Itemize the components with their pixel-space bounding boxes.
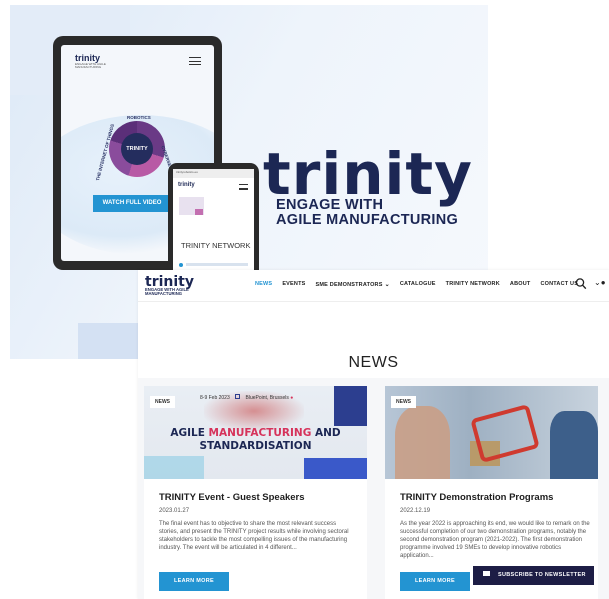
- nav-menu: NEWS EVENTS SME DEMONSTRATORS ⌄ CATALOGUE…: [255, 281, 588, 288]
- phone-mockup: trinityrobotics.eu trinity TRINITY NETWO…: [168, 163, 259, 275]
- news-card-date: 2023.01.27: [159, 508, 190, 514]
- news-card-excerpt: As the year 2022 is approaching its end,…: [400, 521, 590, 559]
- nav-item-news[interactable]: NEWS: [255, 281, 272, 288]
- hero-tagline-1: ENGAGE WITH: [276, 197, 384, 213]
- bullet-icon: [179, 263, 183, 267]
- wheel-label-robotics: ROBOTICS: [127, 115, 151, 120]
- phone-address-bar: trinityrobotics.eu: [173, 169, 254, 178]
- page-title: NEWS: [348, 354, 399, 371]
- nav-item-sme-demonstrators[interactable]: SME DEMONSTRATORS ⌄: [316, 281, 390, 288]
- image-decor: [304, 458, 367, 479]
- wheel-center-label: TRINITY: [121, 133, 153, 165]
- nav-item-trinity-network[interactable]: TRINITY NETWORK: [446, 281, 500, 288]
- hero-tagline-2: AGILE MANUFACTURING: [276, 212, 459, 228]
- learn-more-button[interactable]: LEARN MORE: [159, 572, 229, 591]
- nav-item-about[interactable]: ABOUT: [510, 281, 531, 288]
- website-preview: trinity ENGAGE WITH AGILE MANUFACTURING …: [138, 270, 609, 599]
- subscribe-newsletter-button[interactable]: SUBSCRIBE TO NEWSLETTER: [473, 566, 594, 585]
- watch-video-button: WATCH FULL VIDEO: [93, 195, 171, 212]
- news-card-image: 8-9 Feb 2023 BluePoint, Brussels ● AGILE…: [144, 386, 367, 479]
- calendar-icon: [235, 394, 241, 399]
- nav-item-contact-us[interactable]: CONTACT US: [540, 281, 578, 288]
- image-decor: [334, 386, 367, 426]
- headline-part: STANDARDISATION: [199, 440, 312, 452]
- image-headline: AGILE MANUFACTURING AND STANDARDISATION: [144, 427, 367, 453]
- nav-item-label: SME DEMONSTRATORS: [315, 282, 383, 288]
- news-card-date: 2022.12.19: [400, 508, 431, 514]
- hero-logo: trinity: [263, 140, 473, 208]
- location-pin-icon: ●: [290, 395, 294, 401]
- pillars-wheel: TRINITY: [109, 121, 165, 177]
- nav-item-catalogue[interactable]: CATALOGUE: [400, 281, 436, 288]
- image-person: [395, 406, 450, 479]
- image-robot-arm: [470, 404, 540, 463]
- site-logo-subtitle: ENGAGE WITH AGILE MANUFACTURING: [145, 287, 189, 297]
- event-info: 8-9 Feb 2023 BluePoint, Brussels ●: [200, 394, 293, 401]
- phone-screen: trinityrobotics.eu trinity TRINITY NETWO…: [173, 169, 254, 275]
- search-icon[interactable]: [575, 277, 587, 291]
- phone-text-line: [186, 263, 248, 266]
- chevron-down-icon: ⌄: [594, 278, 601, 287]
- learn-more-button[interactable]: LEARN MORE: [400, 572, 470, 591]
- nav-item-events[interactable]: EVENTS: [282, 281, 305, 288]
- image-person: [550, 411, 598, 479]
- event-date: 8-9 Feb 2023: [200, 395, 230, 401]
- news-badge: NEWS: [150, 396, 175, 408]
- user-menu[interactable]: ⌄●: [594, 278, 606, 287]
- news-badge: NEWS: [391, 396, 416, 408]
- tablet-logo-subtitle: ENGAGE WITH AGILE MANUFACTURING: [75, 62, 106, 69]
- news-card-title[interactable]: TRINITY Event - Guest Speakers: [159, 492, 305, 503]
- chevron-down-icon: ⌄: [384, 282, 390, 288]
- event-location: BluePoint, Brussels: [245, 395, 289, 401]
- phone-image-accent: [195, 209, 203, 215]
- phone-logo: trinity: [178, 182, 195, 188]
- headline-part: AGILE: [170, 427, 205, 439]
- phone-page-title: TRINITY NETWORK: [181, 241, 251, 250]
- subscribe-label: SUBSCRIBE TO NEWSLETTER: [498, 572, 586, 578]
- news-card-excerpt: The final event has to objective to shar…: [159, 521, 349, 551]
- headline-highlight: MANUFACTURING: [208, 427, 312, 439]
- hamburger-menu-icon: [239, 184, 248, 190]
- envelope-icon: [483, 571, 490, 577]
- news-card-image: [385, 386, 598, 479]
- hamburger-menu-icon: [189, 57, 201, 65]
- user-icon: ●: [600, 278, 606, 287]
- image-decor: [144, 456, 204, 479]
- headline-part: AND: [314, 427, 341, 439]
- top-navigation: trinity ENGAGE WITH AGILE MANUFACTURING …: [138, 270, 609, 302]
- news-card-title[interactable]: TRINITY Demonstration Programs: [400, 492, 553, 503]
- news-card[interactable]: 8-9 Feb 2023 BluePoint, Brussels ● AGILE…: [144, 386, 367, 599]
